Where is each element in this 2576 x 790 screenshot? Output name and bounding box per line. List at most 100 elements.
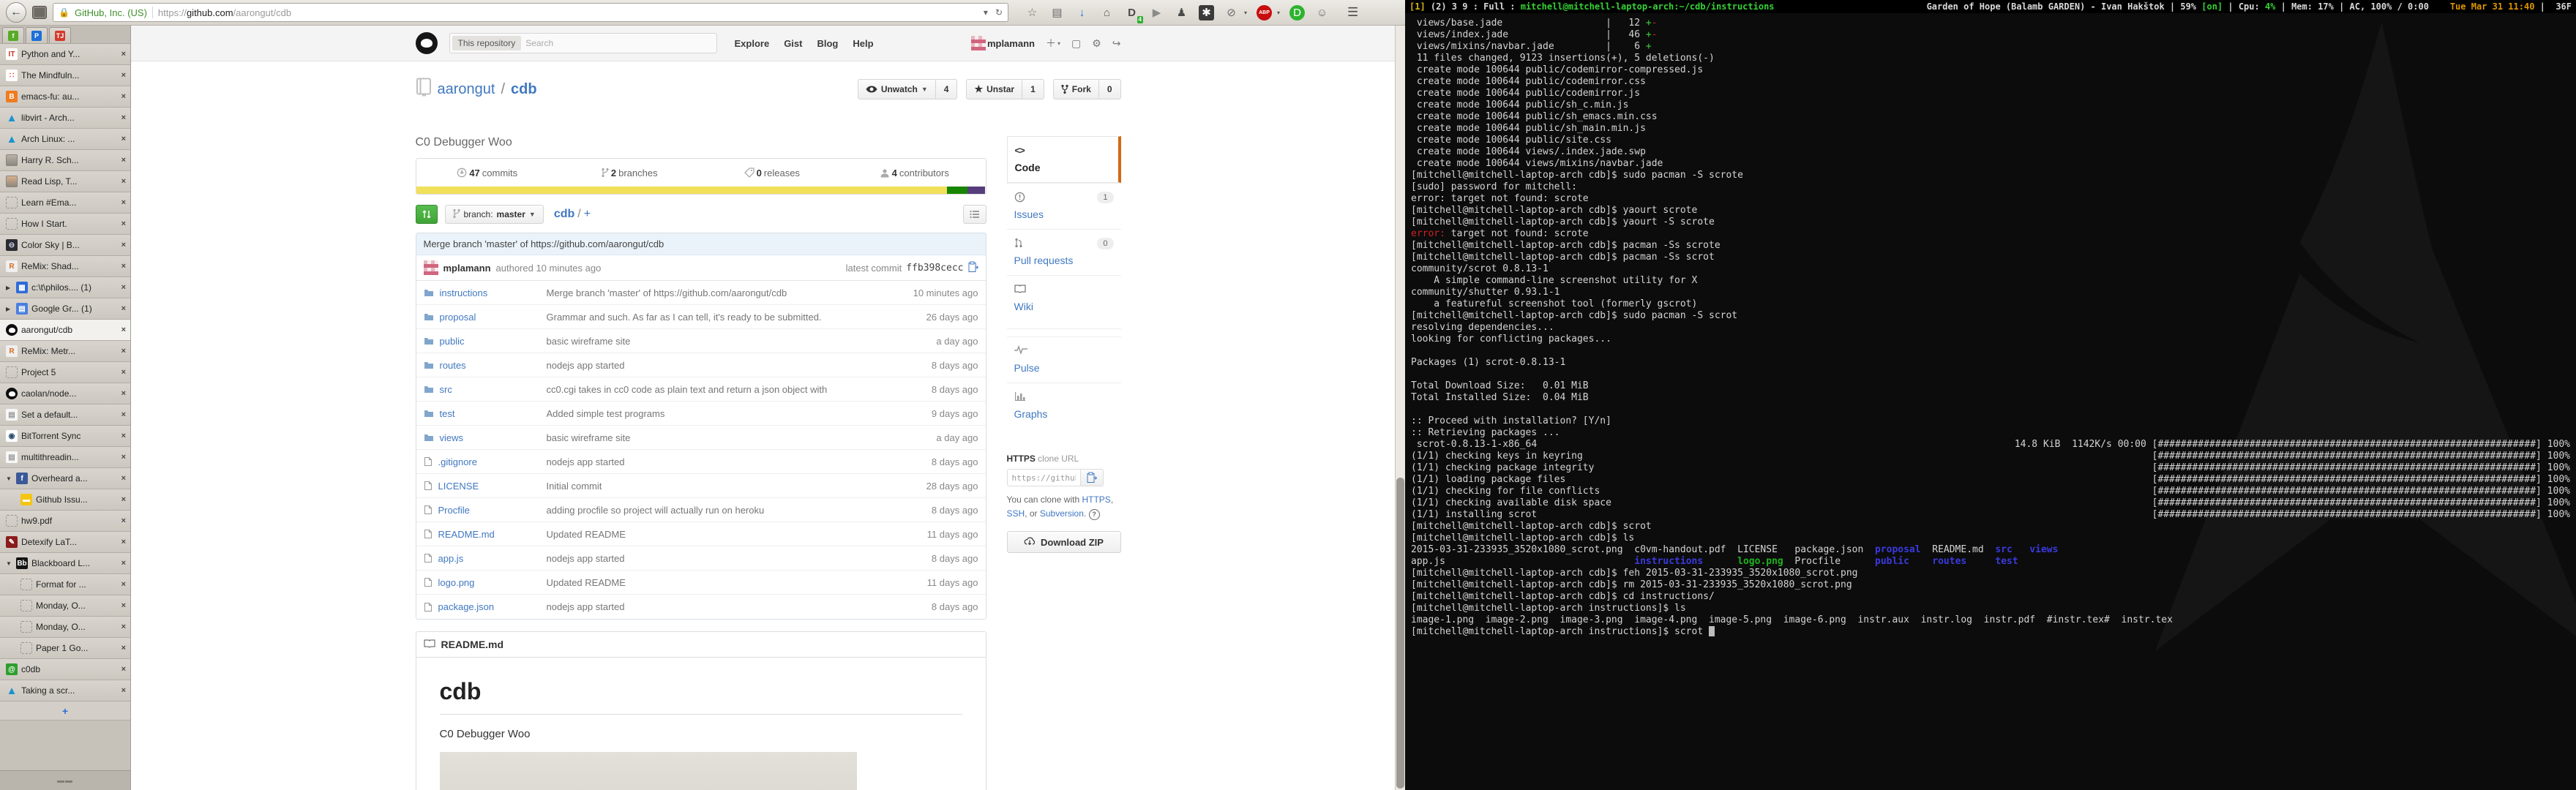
file-commit-message[interactable]: cc0.cgi takes in cc0 code as plain text … [547,384,883,395]
tab-close-icon[interactable]: × [121,389,126,398]
fork-button[interactable]: Fork0 [1053,79,1121,99]
new-tab-button[interactable]: + [0,701,130,721]
file-commit-message[interactable]: basic wireframe site [547,432,883,443]
download-icon[interactable]: ↓ [1074,5,1090,20]
url-dropdown-icon[interactable]: ▾ [984,7,988,18]
tab-close-icon[interactable]: × [121,368,126,377]
file-link[interactable]: src [440,384,452,395]
nav-link-help[interactable]: Help [853,38,873,49]
repo-tab-pulse[interactable]: Pulse [1007,336,1121,383]
file-link[interactable]: views [440,432,464,443]
file-link[interactable]: instructions [440,287,488,298]
menu-icon[interactable]: ☰ [1347,5,1358,20]
tab-close-icon[interactable]: × [121,198,126,207]
new-repo-button[interactable]: ＋▾ [1046,36,1060,50]
sidebar-tab[interactable]: ▼fOverheard a...× [0,468,130,489]
branch-selector[interactable]: branch: master ▼ [445,205,544,224]
tab-close-icon[interactable]: × [121,495,126,504]
sidebar-tab[interactable]: ⊖Color Sky | B...× [0,235,130,256]
pulse-label[interactable]: Pulse [1014,362,1114,374]
download-zip-button[interactable]: Download ZIP [1007,531,1121,553]
unstar-count[interactable]: 1 [1022,80,1044,99]
file-commit-message[interactable]: Merge branch 'master' of https://github.… [547,287,883,298]
file-commit-message[interactable]: adding procfile so project will actually… [547,505,883,516]
settings-gear-icon[interactable]: ⚙ [1092,37,1101,50]
tab-close-icon[interactable]: × [121,474,126,483]
tab-close-icon[interactable]: × [121,559,126,568]
url-bar[interactable]: 🔒 GitHub, Inc. (US) https://github.com/a… [53,3,1008,22]
feedback-icon[interactable]: ☺ [1314,5,1330,20]
tab-close-icon[interactable]: × [121,686,126,695]
sidebar-tab[interactable]: Bemacs-fu: au...× [0,86,130,108]
tab-close-icon[interactable]: × [121,347,126,356]
file-link[interactable]: test [440,408,455,419]
file-link[interactable]: README.md [438,529,495,540]
wiki-label[interactable]: Wiki [1014,301,1114,312]
sidebar-tab[interactable]: ▲Arch Linux: ...× [0,129,130,150]
sidebar-tab[interactable]: Monday, O...× [0,617,130,638]
sidebar-tab[interactable]: ▼BbBlackboard L...× [0,553,130,574]
bookmark-star-icon[interactable]: ☆ [1025,5,1040,20]
breadcrumb-root-link[interactable]: cdb [554,208,574,220]
code-label[interactable]: Code [1015,162,1111,173]
site-identity[interactable]: GitHub, Inc. (US) [75,7,147,18]
pinned-tab-tj[interactable]: TJ [49,27,71,43]
tab-close-icon[interactable]: × [121,92,126,101]
issue-label[interactable]: Issues [1014,208,1114,220]
repo-tab-code[interactable]: <>Code [1007,136,1121,183]
file-link[interactable]: routes [440,360,466,371]
tab-expander-icon[interactable]: ▼ [6,475,12,482]
lastpass-icon[interactable]: ✱ [1199,5,1214,20]
scrollbar-thumb[interactable] [1396,478,1404,789]
sidebar-tab[interactable]: ✎Detexify LaT...× [0,532,130,553]
noscript-icon[interactable]: ⊘ [1224,5,1239,20]
repo-tab-graphs[interactable]: Graphs [1007,383,1121,429]
sidebar-tab[interactable]: Format for ...× [0,574,130,595]
sidebar-tab[interactable]: ∷The Mindfuln...× [0,65,130,86]
sidebar-tab[interactable]: Project 5× [0,362,130,383]
sidebar-tab[interactable]: Learn #Ema...× [0,192,130,214]
repo-tab-pr[interactable]: 0Pull requests [1007,229,1121,275]
tab-close-icon[interactable]: × [121,601,126,610]
sidebar-tab[interactable]: Harry R. Sch...× [0,150,130,171]
sidebar-tab[interactable]: hw9.pdf× [0,511,130,532]
sidebar-tab[interactable]: ▲Taking a scr...× [0,680,130,701]
pinned-tab-pinboard[interactable]: P [26,27,48,43]
unwatch-button[interactable]: Unwatch▼4 [858,79,958,99]
sidebar-tab[interactable]: ▶▤Google Gr... (1)× [0,298,130,320]
ghostery-icon[interactable]: D [1289,5,1305,20]
sidebar-tab[interactable]: How I Start.× [0,214,130,235]
sidebar-tab[interactable]: ▬Github Issu...× [0,489,130,511]
tab-close-icon[interactable]: × [121,262,126,271]
home-icon[interactable]: ⌂ [1099,5,1115,20]
file-commit-message[interactable]: nodejs app started [547,601,883,612]
tab-close-icon[interactable]: × [121,622,126,631]
commit-sha[interactable]: ffb398cecc [906,263,963,274]
file-commit-message[interactable]: basic wireframe site [547,336,883,347]
repo-tab-wiki[interactable]: Wiki [1007,275,1121,321]
file-link[interactable]: LICENSE [438,481,479,492]
file-commit-message[interactable]: nodejs app started [547,456,883,467]
tab-close-icon[interactable]: × [121,453,126,462]
tab-close-icon[interactable]: × [121,304,126,313]
sidebar-tab[interactable]: RReMix: Shad...× [0,256,130,277]
stat-contributors[interactable]: 4 contributors [843,168,986,178]
file-commit-message[interactable]: Added simple test programs [547,408,883,419]
sidebar-tab[interactable]: @c0db× [0,659,130,680]
clone-link-https[interactable]: HTTPS [1082,494,1110,505]
file-commit-message[interactable]: Grammar and such. As far as I can tell, … [547,312,883,323]
sidebar-tab[interactable]: ▤Set a default...× [0,405,130,426]
sidebar-tab[interactable]: ◉BitTorrent Sync× [0,426,130,447]
sidebar-tab[interactable]: Monday, O...× [0,595,130,617]
stat-releases[interactable]: 0 releases [701,168,844,178]
notifications-icon[interactable]: ▢ [1071,37,1081,50]
tab-close-icon[interactable]: × [121,516,126,525]
url-text[interactable]: https://github.com/aarongut/cdb [158,7,291,18]
tab-expander-icon[interactable]: ▶ [6,285,12,291]
latest-commit-message[interactable]: Merge branch 'master' of https://github.… [416,233,986,255]
alarm-icon[interactable]: ♟ [1174,5,1189,20]
copy-clone-url-button[interactable] [1080,469,1104,486]
file-link[interactable]: public [440,336,465,347]
repo-owner-link[interactable]: aarongut [438,81,495,98]
file-link[interactable]: proposal [440,312,476,323]
